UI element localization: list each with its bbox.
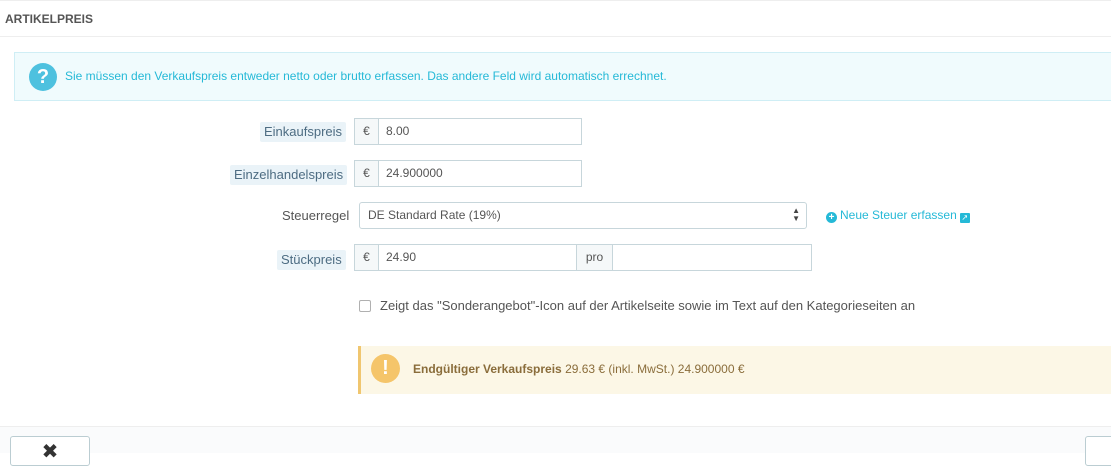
save-button[interactable]	[1085, 436, 1111, 466]
final-price-text: Endgültiger Verkaufspreis 29.63 € (inkl.…	[413, 362, 745, 376]
currency-addon: €	[354, 160, 379, 187]
info-text: Sie müssen den Verkaufspreis entweder ne…	[65, 69, 667, 83]
exclamation-circle-icon: !	[371, 354, 400, 383]
purchase-price-label: Einkaufspreis	[260, 122, 347, 142]
new-tax-link-label: Neue Steuer erfassen	[840, 208, 957, 222]
final-price-details: 29.63 € (inkl. MwSt.) 24.900000 €	[565, 362, 745, 376]
purchase-price-input[interactable]: 8.00	[378, 118, 582, 145]
final-price-alert: ! Endgültiger Verkaufspreis 29.63 € (ink…	[358, 346, 1111, 394]
final-price-label: Endgültiger Verkaufspreis	[413, 362, 562, 376]
per-addon: pro	[576, 244, 613, 271]
unit-price-label: Stückpreis	[277, 250, 346, 270]
cancel-button[interactable]: ✖	[10, 436, 90, 466]
retail-price-input[interactable]: 24.900000	[378, 160, 582, 187]
unit-input[interactable]	[612, 244, 812, 271]
tax-rule-select[interactable]: DE Standard Rate (19%) ▲ ▼	[359, 202, 807, 229]
close-icon: ✖	[41, 441, 59, 463]
retail-price-label: Einzelhandelspreis	[230, 165, 348, 185]
panel-footer	[0, 426, 1111, 453]
select-arrows-icon: ▲ ▼	[792, 206, 800, 223]
tax-rule-selected: DE Standard Rate (19%)	[368, 208, 501, 222]
question-circle-icon: ?	[29, 63, 57, 91]
external-link-icon: ↗	[959, 213, 970, 223]
info-alert: ? Sie müssen den Verkaufspreis entweder …	[14, 52, 1111, 101]
unit-price-input[interactable]: 24.90	[378, 244, 577, 271]
special-offer-checkbox[interactable]	[359, 300, 371, 312]
tax-rule-label: Steuerregel	[282, 208, 350, 223]
new-tax-link[interactable]: + Neue Steuer erfassen ↗	[826, 208, 970, 223]
plus-circle-icon: +	[826, 212, 837, 223]
currency-addon: €	[354, 118, 379, 145]
special-offer-label[interactable]: Zeigt das "Sonderangebot"-Icon auf der A…	[380, 298, 915, 313]
panel-title: ARTIKELPREIS	[0, 0, 1111, 37]
currency-addon: €	[354, 244, 379, 271]
